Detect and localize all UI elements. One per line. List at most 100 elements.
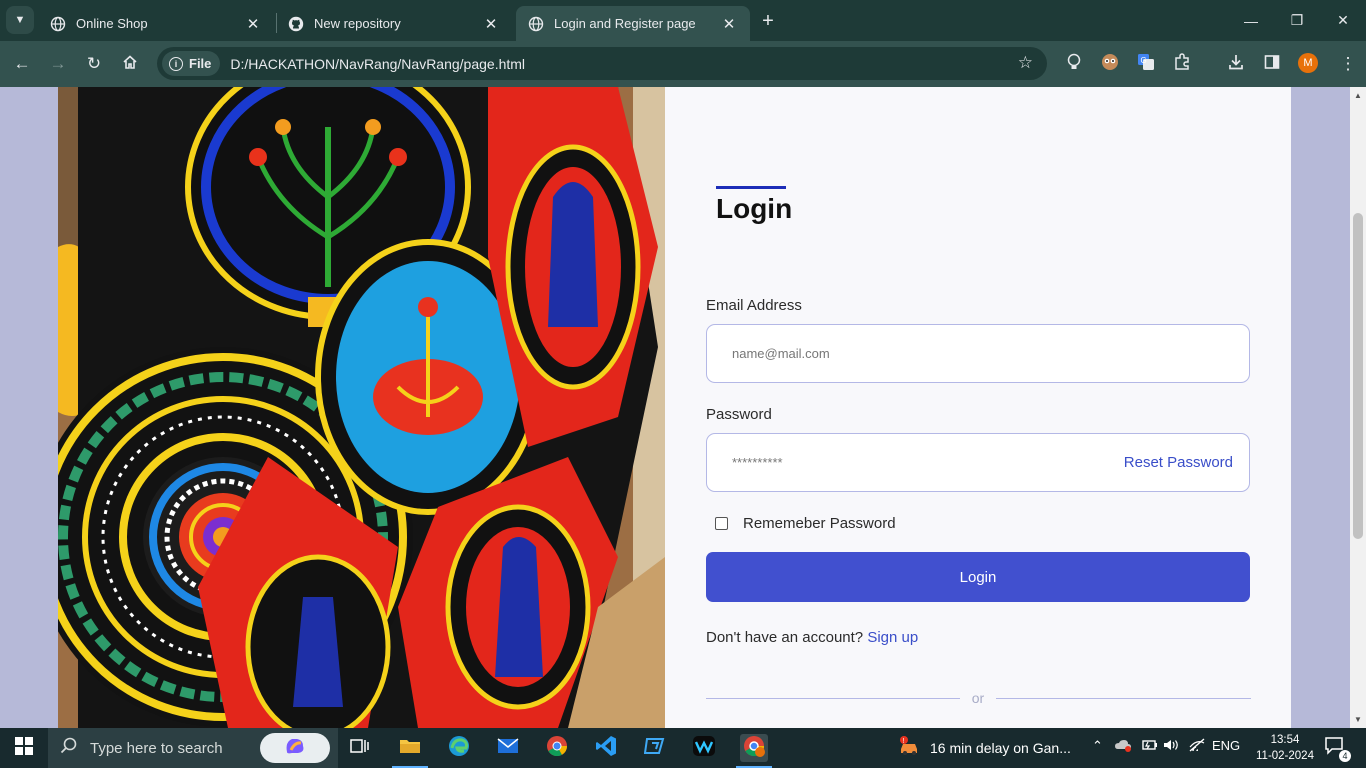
- battery-icon[interactable]: [1140, 738, 1158, 755]
- extension-character-button[interactable]: [1096, 50, 1124, 78]
- applique-textile-image: [58, 87, 665, 728]
- menu-button[interactable]: ⋮: [1334, 50, 1362, 78]
- email-label: Email Address: [706, 297, 802, 314]
- onedrive-icon[interactable]: [1114, 738, 1132, 755]
- close-icon[interactable]: ✕: [720, 15, 738, 33]
- chrome-icon: [546, 735, 568, 762]
- wifi-icon[interactable]: [1188, 738, 1206, 755]
- chrome-taskbar-button[interactable]: [543, 734, 571, 762]
- remember-password-label: Rememeber Password: [743, 515, 896, 532]
- bookmark-star-icon[interactable]: ☆: [1018, 53, 1033, 73]
- plus-icon: +: [762, 9, 774, 32]
- login-button[interactable]: Login: [706, 552, 1250, 602]
- minimize-button[interactable]: —: [1228, 0, 1274, 41]
- remember-password-checkbox[interactable]: [715, 517, 728, 530]
- mail-button[interactable]: [494, 734, 522, 762]
- profile-avatar[interactable]: M: [1298, 53, 1318, 73]
- tab-login-register[interactable]: Login and Register page ✕: [516, 6, 750, 41]
- tab-title: New repository: [314, 16, 401, 31]
- or-divider: or: [706, 690, 1251, 706]
- password-field-wrapper: Reset Password: [706, 433, 1250, 492]
- remember-password-row: Rememeber Password: [715, 515, 896, 532]
- arrow-left-icon: ←: [13, 54, 31, 73]
- tab-search-button[interactable]: ▼: [6, 6, 34, 34]
- folder-icon: [399, 737, 421, 760]
- close-icon: ✕: [1337, 12, 1349, 28]
- extensions-button[interactable]: [1168, 50, 1196, 78]
- page-viewport: Login Email Address Password Reset Passw…: [0, 87, 1350, 728]
- home-icon: [122, 54, 138, 75]
- task-view-button[interactable]: [346, 734, 374, 762]
- downloads-button[interactable]: [1222, 50, 1250, 78]
- reload-icon: ↻: [86, 54, 102, 73]
- globe-icon: [528, 16, 544, 32]
- page-scrollbar[interactable]: ▲ ▼: [1350, 87, 1366, 728]
- start-button[interactable]: [10, 734, 38, 762]
- chevron-up-icon[interactable]: ⌃: [1092, 738, 1103, 754]
- signup-link[interactable]: Sign up: [867, 629, 918, 646]
- vscode-button[interactable]: [592, 734, 620, 762]
- address-bar[interactable]: i File D:/HACKATHON/NavRang/NavRang/page…: [157, 47, 1047, 80]
- signup-prompt-row: Don't have an account? Sign up: [706, 629, 918, 646]
- profile-initial: M: [1303, 57, 1313, 69]
- site-info-chip[interactable]: i File: [162, 51, 221, 76]
- home-button[interactable]: [116, 50, 144, 78]
- chrome-profile-icon: [743, 735, 765, 762]
- windows-taskbar: Type here to search ! 16 min delay on Ga…: [0, 728, 1366, 768]
- password-field[interactable]: [732, 455, 1124, 470]
- scroll-up-arrow-icon[interactable]: ▲: [1354, 91, 1362, 100]
- url-text: D:/HACKATHON/NavRang/NavRang/page.html: [230, 55, 526, 72]
- forward-button[interactable]: →: [44, 50, 72, 78]
- login-title: Login: [716, 193, 793, 224]
- chrome-active-taskbar-button[interactable]: [740, 734, 768, 762]
- extension-translate-button[interactable]: G: [1132, 50, 1160, 78]
- globe-icon: [50, 16, 66, 32]
- extension-lightbulb-button[interactable]: [1060, 50, 1088, 78]
- reset-password-link[interactable]: Reset Password: [1124, 454, 1233, 471]
- translate-icon: G: [1137, 53, 1155, 76]
- taskbar-search[interactable]: Type here to search: [48, 728, 338, 768]
- tab-new-repository[interactable]: New repository ✕: [276, 6, 512, 41]
- more-vertical-icon: ⋮: [1339, 54, 1357, 73]
- email-field[interactable]: [732, 346, 1233, 361]
- clock-time: 13:54: [1270, 734, 1300, 746]
- copilot-button[interactable]: [260, 733, 330, 763]
- copilot-icon: [283, 736, 307, 761]
- divider-line-left: [706, 698, 960, 699]
- reload-button[interactable]: ↻: [80, 50, 108, 78]
- github-icon: [288, 16, 304, 32]
- restore-button[interactable]: ❐: [1274, 0, 1320, 41]
- traffic-widget-button[interactable]: !: [896, 734, 924, 762]
- notifications-button[interactable]: 4: [1321, 734, 1351, 762]
- puzzle-icon: [1173, 52, 1191, 76]
- svg-text:G: G: [1141, 56, 1147, 65]
- tab-online-shop[interactable]: Online Shop ✕: [38, 6, 274, 41]
- new-tab-button[interactable]: +: [756, 9, 780, 33]
- notification-count: 4: [1339, 750, 1351, 762]
- side-panel-button[interactable]: [1258, 50, 1286, 78]
- browser-toolbar: ← → ↻ i File D:/HACKATHON/NavRang/NavRan…: [0, 41, 1366, 87]
- lightbulb-icon: [1066, 53, 1082, 76]
- edge-button[interactable]: [445, 734, 473, 762]
- close-icon[interactable]: ✕: [244, 15, 262, 33]
- scroll-down-arrow-icon[interactable]: ▼: [1354, 715, 1362, 724]
- clock[interactable]: 13:54 11-02-2024: [1256, 732, 1314, 764]
- app-button[interactable]: [641, 734, 669, 762]
- volume-icon[interactable]: [1163, 738, 1181, 755]
- webex-button[interactable]: [690, 734, 718, 762]
- language-indicator[interactable]: ENG: [1212, 738, 1240, 753]
- app-logo-icon: [643, 737, 666, 760]
- traffic-notice-text[interactable]: 16 min delay on Gan...: [930, 740, 1071, 756]
- character-extension-icon: [1101, 53, 1119, 76]
- email-field-wrapper: [706, 324, 1250, 383]
- back-button[interactable]: ←: [8, 50, 36, 78]
- close-icon[interactable]: ✕: [482, 15, 500, 33]
- tab-title: Login and Register page: [554, 16, 696, 31]
- webex-icon: [693, 735, 715, 761]
- file-explorer-button[interactable]: [396, 734, 424, 762]
- window-close-button[interactable]: ✕: [1320, 0, 1366, 41]
- divider-line-right: [996, 698, 1251, 699]
- scrollbar-thumb[interactable]: [1353, 213, 1363, 539]
- site-info-label: File: [189, 56, 212, 71]
- download-icon: [1227, 53, 1245, 76]
